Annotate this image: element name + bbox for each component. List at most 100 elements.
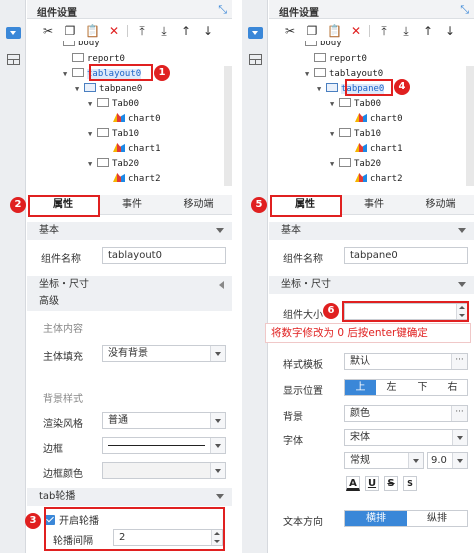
paste-icon[interactable]: 📋 [327, 24, 342, 38]
tree-node-tab20[interactable]: ▼ Tab20 [330, 157, 381, 171]
expand-arrow-icon[interactable]: ▼ [75, 82, 84, 96]
tab-properties[interactable]: 属性 [269, 195, 341, 215]
tree-node-tablayout0[interactable]: ▼ tablayout0 [305, 67, 383, 81]
move-up-icon[interactable]: ↑ [421, 24, 435, 38]
delete-icon[interactable]: ✕ [349, 24, 363, 38]
tree-node-tab10[interactable]: ▼ Tab10 [88, 127, 139, 141]
tree-scrollbar[interactable] [224, 66, 232, 186]
tree-node-tabpane0[interactable]: ▼ tabpane0 [317, 82, 385, 96]
render-style-select[interactable]: 普通 [102, 412, 226, 429]
move-bottom-icon[interactable]: ⤓ [399, 24, 413, 38]
tree-node-tab20[interactable]: ▼ Tab20 [88, 157, 139, 171]
style-template-field[interactable]: 默认 ··· [344, 353, 468, 370]
tree-node-chart1[interactable]: chart1 [355, 142, 403, 156]
component-name-input[interactable]: tabpane0 [344, 247, 468, 264]
tab-mobile[interactable]: 移动端 [165, 195, 232, 215]
expand-arrow-icon[interactable]: ▼ [330, 97, 339, 111]
tab-properties[interactable]: 属性 [27, 195, 99, 215]
section-advanced[interactable]: 高级 [27, 293, 232, 311]
tree-node-tablayout0[interactable]: ▼ tablayout0 [63, 67, 142, 81]
expand-arrow-icon[interactable]: ▼ [317, 82, 326, 96]
collapse-arrow-icon[interactable]: ⤡ [218, 3, 227, 17]
layout-icon[interactable] [249, 54, 262, 65]
expand-arrow-icon[interactable]: ▼ [88, 157, 97, 171]
component-settings-icon[interactable] [6, 27, 21, 39]
position-right[interactable]: 右 [438, 380, 467, 395]
font-family-select[interactable]: 宋体 [344, 429, 468, 446]
tree-node-tab10[interactable]: ▼ Tab10 [330, 127, 381, 141]
delete-icon[interactable]: ✕ [107, 24, 121, 38]
tree-node-chart0[interactable]: chart0 [355, 112, 403, 126]
paste-icon[interactable]: 📋 [85, 24, 100, 38]
tree-node-chart0[interactable]: chart0 [113, 112, 161, 126]
font-style-select[interactable]: 常规 [344, 452, 424, 469]
component-name-label: 组件名称 [283, 254, 323, 265]
tree-node-chart2[interactable]: chart2 [113, 172, 161, 186]
expand-arrow-icon[interactable]: ▼ [330, 127, 339, 141]
font-color-button[interactable]: A [346, 476, 360, 491]
spinner-icon[interactable] [211, 530, 222, 545]
main-fill-select[interactable]: 没有背景 [102, 345, 226, 362]
tree-node-tab00[interactable]: ▼ Tab00 [88, 97, 139, 111]
spinner-icon[interactable] [456, 304, 467, 319]
move-down-icon[interactable]: ↓ [443, 24, 457, 38]
expand-icon [219, 281, 224, 289]
step-badge-3: 3 [25, 513, 41, 529]
position-top[interactable]: 上 [345, 380, 376, 395]
checkbox-checked-icon[interactable] [45, 515, 55, 525]
tab-events[interactable]: 事件 [341, 195, 407, 215]
cut-icon[interactable]: ✂ [41, 24, 55, 38]
tree-node-tab00[interactable]: ▼ Tab00 [330, 97, 381, 111]
tree-node-tabpane0[interactable]: ▼ tabpane0 [75, 82, 142, 96]
collapse-icon [216, 494, 224, 499]
tree-node-report0[interactable]: report0 [314, 52, 367, 66]
copy-icon[interactable]: ❐ [305, 24, 319, 38]
move-bottom-icon[interactable]: ⤓ [157, 24, 171, 38]
carousel-interval-input[interactable]: 2 [113, 529, 223, 546]
section-basic[interactable]: 基本 [269, 222, 474, 240]
border-select[interactable] [102, 437, 226, 454]
move-down-icon[interactable]: ↓ [201, 24, 215, 38]
section-basic[interactable]: 基本 [27, 222, 232, 240]
tree-scrollbar[interactable] [466, 66, 474, 186]
collapse-arrow-icon[interactable]: ⤡ [460, 3, 469, 17]
tree-node-chart2[interactable]: chart2 [355, 172, 403, 186]
cut-icon[interactable]: ✂ [283, 24, 297, 38]
enable-carousel-checkbox[interactable]: 开启轮播 [45, 512, 99, 527]
section-coords-size[interactable]: 坐标・尺寸 [269, 276, 474, 294]
section-coords-size[interactable]: 坐标・尺寸 [27, 276, 232, 294]
shadow-button[interactable]: S [403, 476, 417, 491]
font-size-select[interactable]: 9.0 [427, 452, 468, 469]
tab-events[interactable]: 事件 [99, 195, 165, 215]
text-direction-vertical[interactable]: 纵排 [407, 511, 467, 526]
expand-arrow-icon[interactable]: ▼ [88, 97, 97, 111]
tree-node-body[interactable]: body [305, 41, 342, 50]
tree-node-body[interactable]: body [63, 41, 100, 50]
component-name-input[interactable]: tablayout0 [102, 247, 226, 264]
move-top-icon[interactable]: ⤒ [135, 24, 149, 38]
position-left[interactable]: 左 [376, 380, 407, 395]
section-tab-carousel[interactable]: tab轮播 [27, 488, 232, 506]
tree-node-chart1[interactable]: chart1 [113, 142, 161, 156]
move-up-icon[interactable]: ↑ [179, 24, 193, 38]
layout-icon[interactable] [7, 54, 20, 65]
component-size-input[interactable] [344, 303, 468, 320]
underline-button[interactable]: U [365, 476, 379, 491]
body-icon [63, 41, 75, 46]
background-field[interactable]: 颜色 ··· [344, 405, 468, 422]
expand-arrow-icon[interactable]: ▼ [305, 67, 314, 81]
move-top-icon[interactable]: ⤒ [377, 24, 391, 38]
strikethrough-button[interactable]: S [384, 476, 398, 491]
tree-node-report0[interactable]: report0 [72, 52, 125, 66]
expand-arrow-icon[interactable]: ▼ [63, 67, 72, 81]
expand-arrow-icon[interactable]: ▼ [330, 157, 339, 171]
more-options-icon[interactable]: ··· [451, 406, 467, 421]
border-color-select[interactable] [102, 462, 226, 479]
position-bottom[interactable]: 下 [407, 380, 438, 395]
copy-icon[interactable]: ❐ [63, 24, 77, 38]
more-options-icon[interactable]: ··· [451, 354, 467, 369]
text-direction-horizontal[interactable]: 横排 [345, 511, 407, 526]
tab-mobile[interactable]: 移动端 [407, 195, 474, 215]
component-settings-icon[interactable] [248, 27, 263, 39]
expand-arrow-icon[interactable]: ▼ [88, 127, 97, 141]
